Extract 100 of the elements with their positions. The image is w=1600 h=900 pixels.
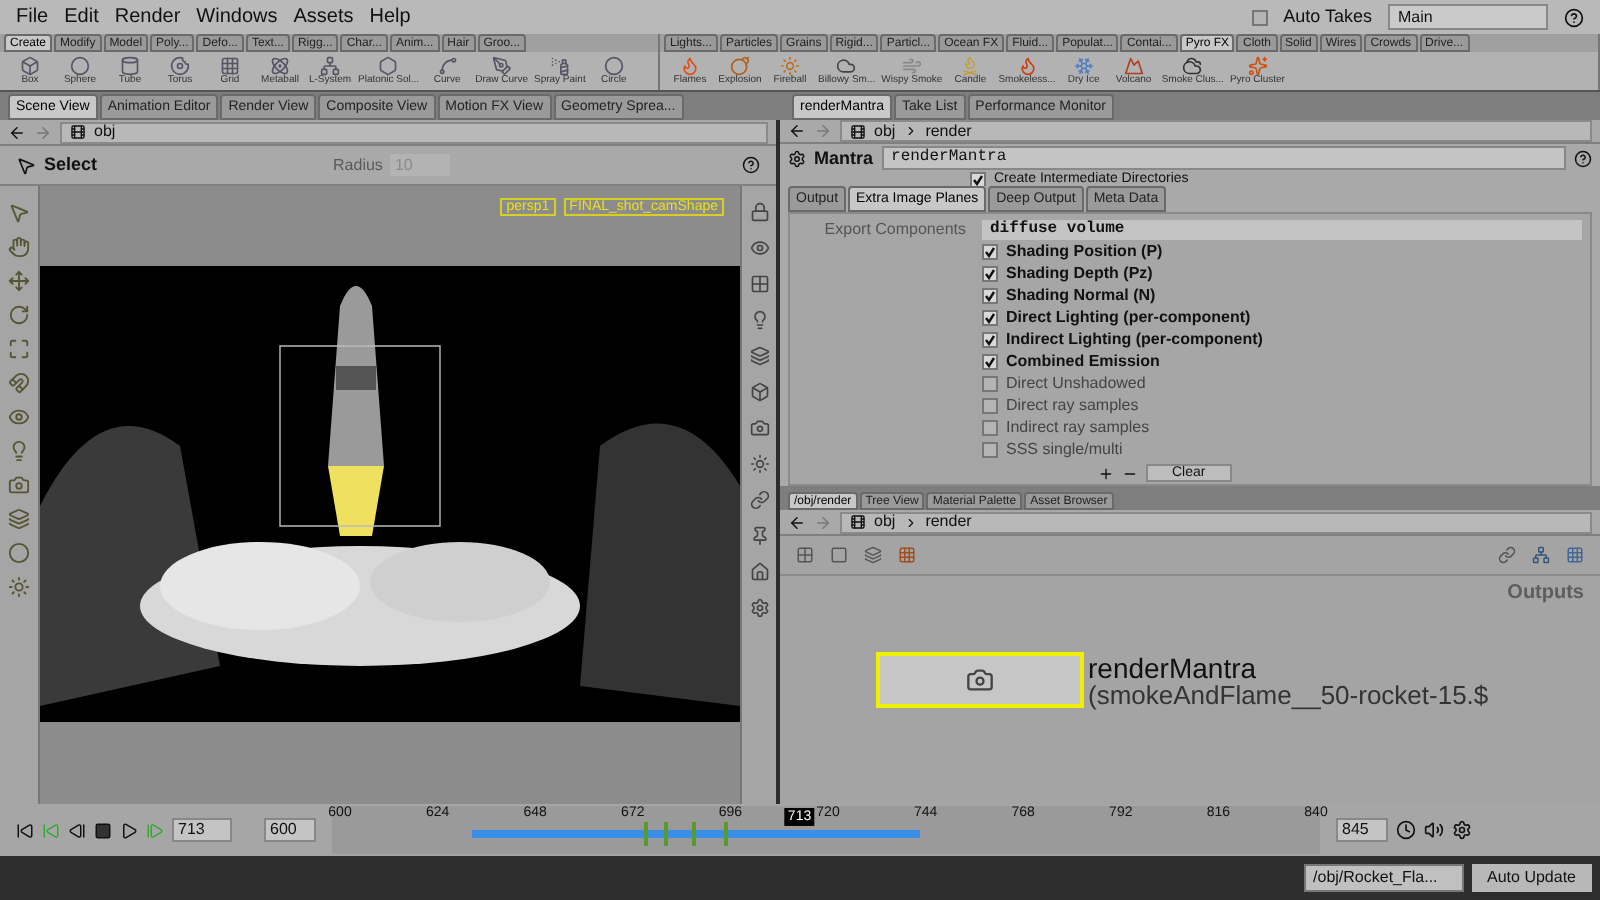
magnet-icon[interactable]	[8, 372, 30, 394]
path-segment[interactable]: obj	[874, 123, 896, 140]
checkbox[interactable]	[982, 310, 998, 327]
circle-icon[interactable]	[8, 542, 30, 564]
render-node[interactable]	[876, 652, 1084, 708]
link-icon[interactable]	[749, 490, 769, 510]
frame-field[interactable]: 713	[172, 818, 232, 842]
object-path-dropdown[interactable]: /obj/Rocket_Fla...	[1303, 864, 1464, 892]
snowflake-icon	[1073, 56, 1094, 76]
eye-icon[interactable]	[8, 406, 30, 428]
node-name-field[interactable]: renderMantra	[881, 146, 1566, 171]
back-icon[interactable]	[788, 513, 806, 531]
play-icon[interactable]	[120, 821, 138, 839]
checkbox-label: SSS single/multi	[1006, 442, 1123, 459]
grid-icon[interactable]	[1566, 546, 1584, 564]
lightbulb-icon[interactable]	[749, 310, 769, 330]
help-icon[interactable]	[1564, 7, 1584, 27]
checkbox[interactable]	[982, 376, 998, 393]
node-type-label: Mantra	[814, 149, 874, 168]
checkbox[interactable]	[982, 442, 998, 459]
flame-icon	[680, 56, 700, 76]
lock-icon[interactable]	[749, 202, 769, 222]
pin-icon[interactable]	[749, 526, 769, 546]
cloud-icon	[836, 56, 857, 76]
export-components-field[interactable]: diffuse volume	[982, 219, 1582, 240]
flame-icon	[1017, 56, 1037, 76]
path-segment[interactable]: obj	[94, 124, 116, 140]
checkbox-label: Direct ray samples	[1006, 398, 1139, 415]
menu-item[interactable]: Edit	[64, 7, 99, 27]
pen-icon	[491, 56, 512, 76]
node-output-path: (smokeAndFlame__50-rocket-15.$	[1088, 681, 1489, 707]
stop-icon[interactable]	[94, 821, 112, 839]
clock-icon[interactable]	[1396, 820, 1416, 840]
menu-item[interactable]: Help	[369, 7, 411, 27]
start-frame-field[interactable]: 600	[264, 818, 316, 842]
help-icon[interactable]	[1574, 149, 1592, 168]
path-segment[interactable]: render	[925, 123, 972, 140]
path-field[interactable]: obj render	[840, 511, 1592, 533]
layers-icon[interactable]	[749, 346, 769, 366]
home-icon[interactable]	[749, 562, 769, 582]
lightbulb-icon[interactable]	[8, 440, 30, 462]
eye-icon[interactable]	[749, 238, 769, 258]
pointer-icon[interactable]	[16, 155, 36, 175]
camera-icon[interactable]	[8, 474, 30, 496]
circle-icon	[603, 56, 624, 76]
checkbox[interactable]	[982, 354, 998, 371]
settings-icon[interactable]	[749, 598, 769, 618]
cube-icon[interactable]	[749, 382, 769, 402]
rotate-icon[interactable]	[8, 304, 30, 326]
hand-icon[interactable]	[8, 236, 30, 258]
menu-item[interactable]: Assets	[293, 7, 354, 27]
checkbox[interactable]	[982, 332, 998, 349]
cube-icon	[20, 56, 40, 76]
grid-icon[interactable]	[796, 546, 814, 564]
keyframe-mark	[724, 822, 728, 846]
path-field[interactable]: obj render	[840, 120, 1592, 143]
auto-update-button[interactable]: Auto Update	[1471, 864, 1592, 892]
menu-item[interactable]: File	[16, 7, 49, 27]
help-icon[interactable]	[742, 156, 760, 174]
menu-item[interactable]: Windows	[196, 7, 278, 27]
grid-icon[interactable]	[749, 274, 769, 294]
sun-icon[interactable]	[749, 454, 769, 474]
back-icon[interactable]	[788, 122, 806, 141]
layers-icon[interactable]	[864, 546, 882, 564]
grid-icon[interactable]	[898, 546, 916, 564]
checkbox[interactable]	[970, 172, 986, 187]
layers-icon[interactable]	[8, 508, 30, 530]
path-segment[interactable]: obj	[874, 514, 896, 530]
checkbox[interactable]	[982, 420, 998, 437]
path-field[interactable]: obj	[60, 121, 768, 143]
link-icon[interactable]	[1498, 546, 1516, 564]
branch-icon	[320, 56, 340, 76]
checkbox[interactable]	[1251, 9, 1268, 25]
checkbox-label: Shading Position (P)	[1006, 244, 1163, 261]
checkbox-label: Direct Lighting (per-component)	[1006, 310, 1251, 327]
context-label: Outputs	[1507, 584, 1584, 604]
film-icon	[70, 124, 86, 140]
sphere-icon	[70, 56, 90, 76]
take-dropdown[interactable]: Main	[1388, 4, 1548, 30]
end-frame-field[interactable]: 845	[1336, 818, 1388, 842]
sun-icon[interactable]	[8, 576, 30, 598]
network-icon[interactable]	[1532, 546, 1550, 564]
audio-icon[interactable]	[1424, 820, 1444, 840]
path-segment[interactable]: render	[925, 514, 972, 530]
camera-icon[interactable]	[749, 418, 769, 438]
keyframe-mark	[664, 822, 668, 846]
back-icon[interactable]	[8, 123, 26, 141]
move-icon[interactable]	[8, 270, 30, 292]
first-frame-icon[interactable]	[16, 821, 34, 839]
play-reverse-icon[interactable]	[68, 821, 86, 839]
checkbox-label: Direct Unshadowed	[1006, 376, 1146, 393]
menu-item[interactable]: Render	[114, 7, 181, 27]
node-type-icon	[788, 149, 806, 168]
checkbox[interactable]	[982, 266, 998, 283]
checkbox[interactable]	[982, 244, 998, 261]
square-icon[interactable]	[830, 546, 848, 564]
checkbox[interactable]	[982, 398, 998, 415]
checkbox[interactable]	[982, 288, 998, 305]
settings-icon[interactable]	[1452, 820, 1472, 840]
add-icon[interactable]	[1098, 465, 1114, 482]
